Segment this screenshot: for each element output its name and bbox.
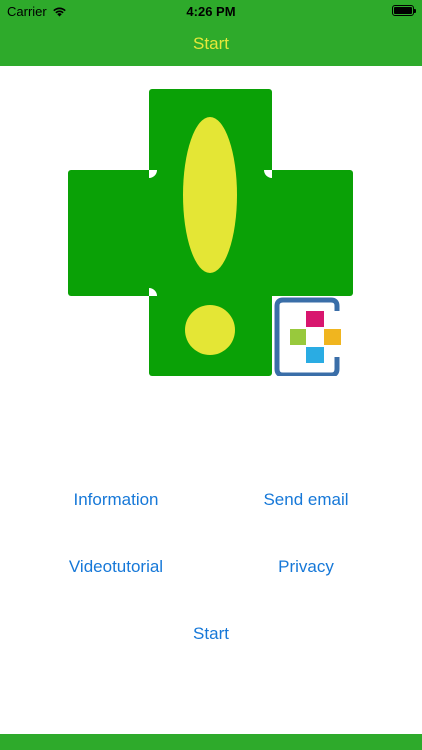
- exclamation-mark-icon: [183, 117, 237, 355]
- videotutorial-button[interactable]: Videotutorial: [36, 555, 196, 579]
- start-button[interactable]: Start: [131, 622, 291, 646]
- battery-level: [394, 7, 412, 14]
- information-button[interactable]: Information: [36, 488, 196, 512]
- nav-title: Start: [193, 34, 229, 53]
- app-badge-icon: [272, 296, 353, 376]
- navigation-bar: Start: [0, 22, 422, 66]
- send-email-button[interactable]: Send email: [226, 488, 386, 512]
- bottom-bar: [0, 734, 422, 750]
- status-time: 4:26 PM: [186, 4, 236, 19]
- status-bar: Carrier 4:26 PM: [0, 0, 422, 22]
- battery-icon: [392, 5, 416, 16]
- pharmacy-cross-exclamation-logo: [68, 89, 353, 376]
- privacy-button[interactable]: Privacy: [226, 555, 386, 579]
